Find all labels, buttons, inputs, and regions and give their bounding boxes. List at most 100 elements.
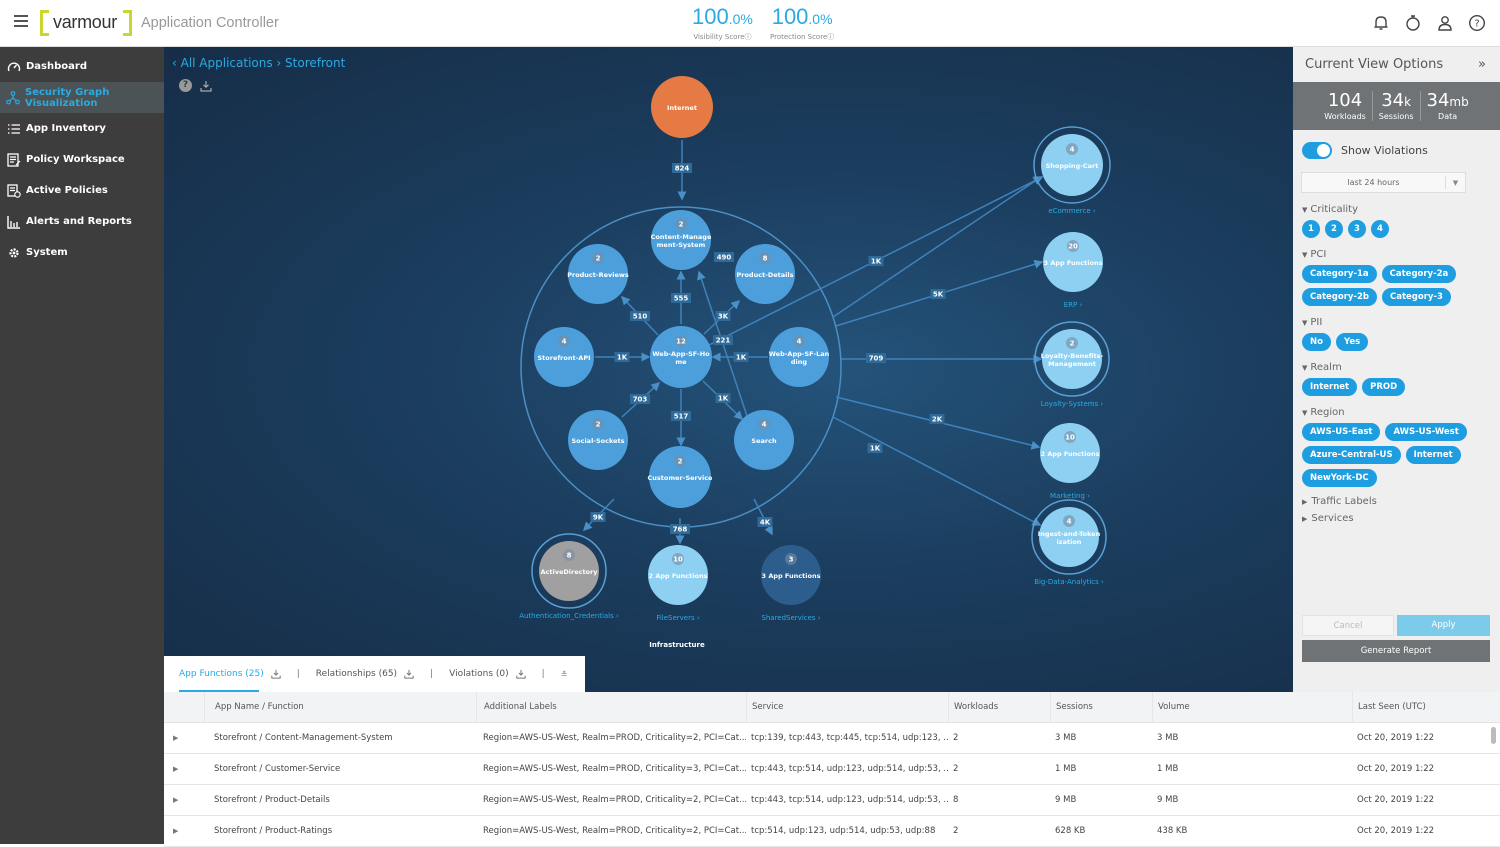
column-header[interactable]: App Name / Function xyxy=(204,691,476,723)
sidebar-item-system[interactable]: System xyxy=(0,237,164,268)
security-graph-canvas[interactable]: Internet 2 Content-Manage ment-System 2 Produ… xyxy=(164,47,1293,692)
varmour-logo[interactable]: varmour xyxy=(40,10,132,36)
column-header[interactable]: Sessions xyxy=(1050,691,1152,723)
user-icon[interactable] xyxy=(1436,14,1454,32)
node-reviews[interactable]: 2 Product-Reviews xyxy=(567,244,629,304)
group-link[interactable]: Authentication_Credentials › xyxy=(519,612,619,620)
sidebar-item-app-inventory[interactable]: App Inventory xyxy=(0,113,164,144)
node-landing[interactable]: 4 Web-App-SF-Landing xyxy=(769,327,830,387)
column-header[interactable]: Workloads xyxy=(948,691,1050,723)
node-details[interactable]: 8 Product-Details xyxy=(735,244,795,304)
section-title[interactable]: ▼ Realm xyxy=(1302,362,1500,373)
section-title[interactable]: ▼ PCI xyxy=(1302,249,1500,260)
filter-chip[interactable]: Yes xyxy=(1335,333,1369,351)
filter-chip[interactable]: Internet xyxy=(1302,378,1358,396)
group-link[interactable]: eCommerce › xyxy=(1048,207,1096,215)
expand-row-icon[interactable]: ▶ xyxy=(164,734,204,742)
node-fileservers[interactable]: 10 2 App Functions xyxy=(648,545,708,605)
generate-report-button[interactable]: Generate Report xyxy=(1302,640,1490,662)
download-icon[interactable] xyxy=(404,669,414,679)
filter-chip[interactable]: No xyxy=(1302,333,1331,351)
visibility-score-label[interactable]: Visibility Scoreⓘ xyxy=(692,32,753,42)
filter-chip[interactable]: Azure-Central-US xyxy=(1302,446,1401,464)
show-violations-toggle[interactable] xyxy=(1302,142,1332,159)
filter-chip[interactable]: Internet xyxy=(1405,446,1461,464)
filter-chip[interactable]: 1 xyxy=(1302,220,1320,238)
edge-container-ingest[interactable] xyxy=(832,416,1042,526)
section-title[interactable]: ▼ Region xyxy=(1302,407,1500,418)
node-home[interactable]: 12 Web-App-SF-Home xyxy=(650,326,712,388)
tab-violations[interactable]: Violations (0) xyxy=(449,656,526,692)
table-scrollbar[interactable] xyxy=(1491,727,1496,744)
filter-chip[interactable]: NewYork-DC xyxy=(1302,469,1377,487)
time-range-select[interactable]: last 24 hours ▼ xyxy=(1301,172,1466,193)
filter-chip[interactable]: Category-1a xyxy=(1302,265,1377,283)
cancel-button[interactable]: Cancel xyxy=(1302,615,1394,636)
tab-app-functions[interactable]: App Functions (25) xyxy=(179,656,281,692)
group-link[interactable]: SharedServices › xyxy=(761,614,820,622)
tab-relationships[interactable]: Relationships (65) xyxy=(316,656,414,692)
filter-chip[interactable]: 2 xyxy=(1325,220,1343,238)
node-internet[interactable]: Internet xyxy=(651,76,713,138)
filter-chip[interactable]: AWS-US-East xyxy=(1302,423,1381,441)
node-search[interactable]: 4 Search xyxy=(734,410,794,470)
expand-row-icon[interactable]: ▶ xyxy=(164,765,204,773)
group-link[interactable]: Big-Data-Analytics › xyxy=(1034,578,1104,586)
table-row[interactable]: ▶ Storefront / Customer-Service Region=AWS… xyxy=(164,754,1500,785)
filter-section-traffic-labels[interactable]: ▶ Traffic Labels xyxy=(1302,496,1500,507)
collapse-right-icon[interactable]: » xyxy=(1478,57,1486,72)
node-social[interactable]: 2 Social-Sockets xyxy=(568,410,628,470)
help-icon[interactable]: ? xyxy=(1468,14,1486,32)
hamburger-menu-icon[interactable] xyxy=(14,15,28,29)
sidebar-item-alerts-reports[interactable]: Alerts and Reports xyxy=(0,206,164,237)
group-link[interactable]: Marketing › xyxy=(1050,492,1090,500)
group-link[interactable]: FileServers › xyxy=(656,614,700,622)
section-title[interactable]: ▼ Criticality xyxy=(1302,204,1500,215)
group-link[interactable]: ERP › xyxy=(1064,301,1083,309)
bell-icon[interactable] xyxy=(1372,14,1390,32)
node-api[interactable]: 4 Storefront-API xyxy=(534,327,594,387)
download-icon[interactable] xyxy=(271,669,281,679)
node-cms[interactable]: 2 Content-Management-System xyxy=(651,210,712,270)
sidebar-item-dashboard[interactable]: Dashboard xyxy=(0,51,164,82)
node-loyalty[interactable]: 2 Loyalty-Benefits-Management xyxy=(1034,321,1110,397)
apply-button[interactable]: Apply xyxy=(1397,615,1490,636)
table-row[interactable]: ▶ Storefront / Product-Ratings Region=AWS-… xyxy=(164,816,1500,847)
table-row[interactable]: ▶ Storefront / Content-Management-System R… xyxy=(164,723,1500,754)
timer-icon[interactable] xyxy=(1404,14,1422,32)
filter-chip[interactable]: AWS-US-West xyxy=(1385,423,1467,441)
filter-chip[interactable]: PROD xyxy=(1362,378,1406,396)
group-link[interactable]: Loyalty-Systems › xyxy=(1041,400,1104,408)
download-icon[interactable] xyxy=(515,669,526,679)
sidebar-item-policy-workspace[interactable]: Policy Workspace xyxy=(0,144,164,175)
column-header[interactable]: Volume xyxy=(1152,691,1352,723)
sidebar-item-active-policies[interactable]: Active Policies xyxy=(0,175,164,206)
filter-chip[interactable]: 4 xyxy=(1371,220,1389,238)
breadcrumb[interactable]: ‹ All Applications › Storefront xyxy=(172,56,345,70)
filter-chip[interactable]: 3 xyxy=(1348,220,1366,238)
node-customer[interactable]: 2 Customer-Service xyxy=(648,446,714,508)
node-marketing[interactable]: 10 2 App Functions xyxy=(1040,423,1100,483)
graph-help-icon[interactable]: ? xyxy=(179,79,192,92)
section-title[interactable]: ▼ PII xyxy=(1302,317,1500,328)
node-erp[interactable]: 20 3 App Functions xyxy=(1043,232,1103,292)
table-row[interactable]: ▶ Storefront / Product-Details Region=AWS-… xyxy=(164,785,1500,816)
column-header[interactable]: Additional Labels xyxy=(476,691,746,723)
column-header[interactable]: Service xyxy=(746,691,948,723)
expand-row-icon[interactable]: ▶ xyxy=(164,827,204,835)
filter-section-services[interactable]: ▶ Services xyxy=(1302,513,1500,524)
node-cart[interactable]: 4 Shopping-Cart xyxy=(1033,126,1111,204)
sidebar-item-security-graph[interactable]: Security Graph Visualization xyxy=(0,82,164,113)
filter-chip[interactable]: Category-3 xyxy=(1382,288,1451,306)
column-header[interactable]: Last Seen (UTC) xyxy=(1352,691,1492,723)
protection-score-label[interactable]: Protection Scoreⓘ xyxy=(770,32,834,42)
node-ad[interactable]: 8 ActiveDirectory xyxy=(531,533,607,609)
filter-chip[interactable]: Category-2a xyxy=(1381,265,1457,283)
node-ingest[interactable]: 4 Ingest-and-Tokenization xyxy=(1031,499,1107,575)
node-count: 2 xyxy=(679,221,684,229)
collapse-panel-icon[interactable]: ≛ xyxy=(561,670,568,679)
node-shared[interactable]: 3 3 App Functions xyxy=(761,545,821,605)
filter-chip[interactable]: Category-2b xyxy=(1302,288,1377,306)
graph-download-icon[interactable] xyxy=(200,80,212,92)
expand-row-icon[interactable]: ▶ xyxy=(164,796,204,804)
